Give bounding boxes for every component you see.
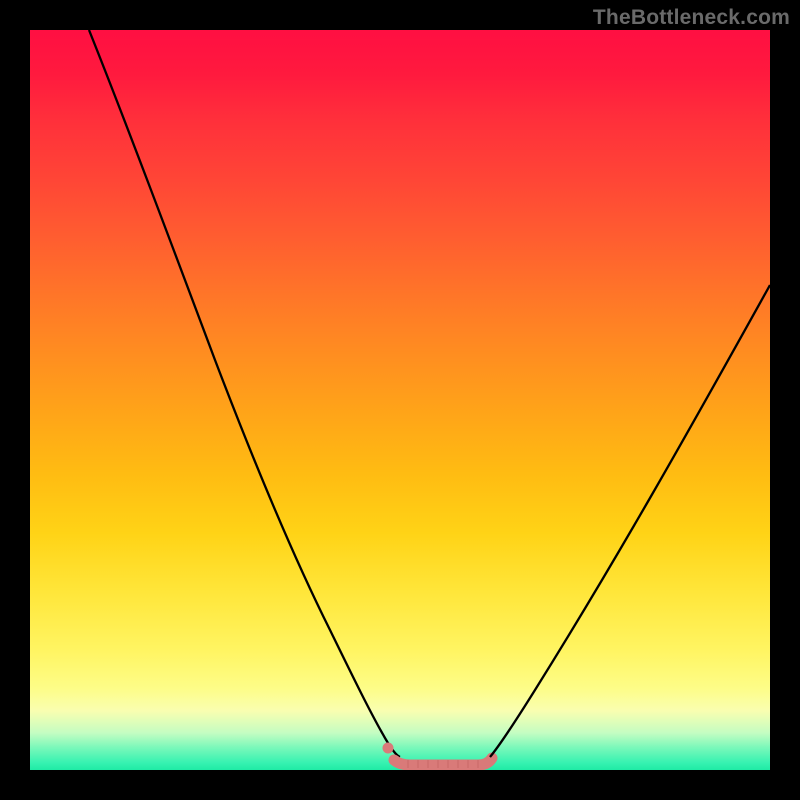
right-curve <box>490 285 770 757</box>
watermark-text: TheBottleneck.com <box>593 6 790 30</box>
chart-curves <box>30 30 770 770</box>
plot-area <box>30 30 770 770</box>
flat-bottom-marker <box>394 758 492 765</box>
left-dot <box>383 743 394 754</box>
left-curve <box>89 30 400 757</box>
